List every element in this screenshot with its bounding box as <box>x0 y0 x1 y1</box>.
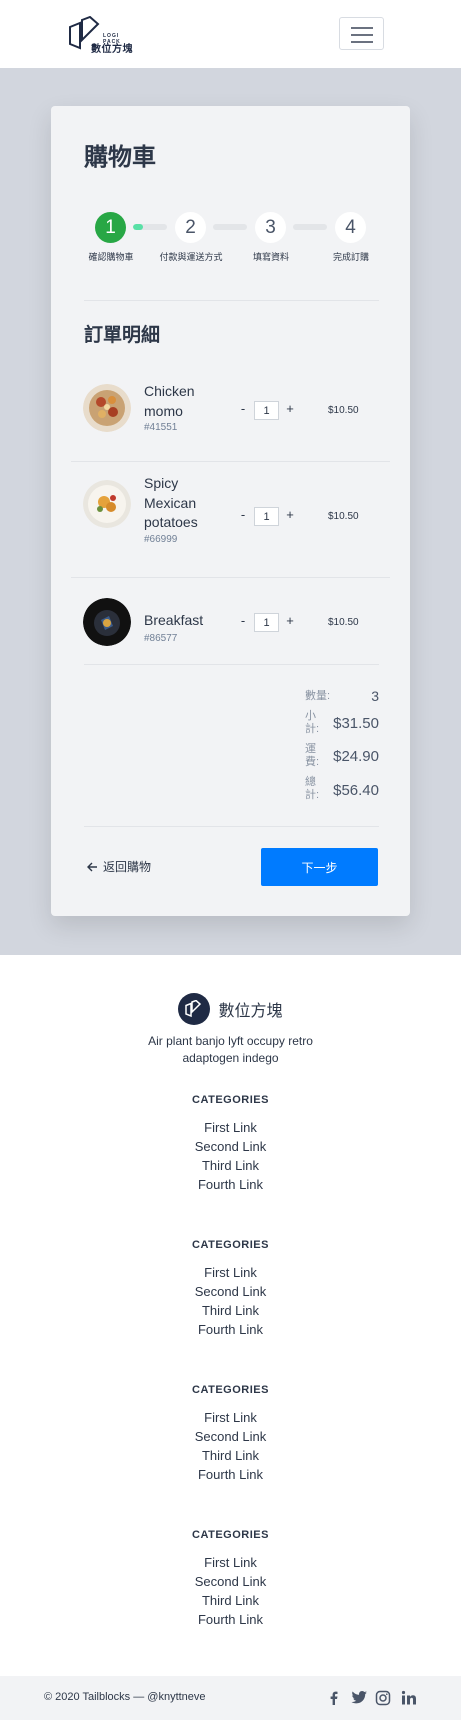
cart-section: 購物車 1 2 3 4 確認購物車 付款與運送方式 填寫資料 完成訂購 訂單明細 <box>0 68 461 955</box>
footer-link[interactable]: Fourth Link <box>198 1322 263 1337</box>
food-photo-breakfast <box>83 598 131 646</box>
arrow-left-icon <box>87 862 97 871</box>
logo-text: 數位方塊 <box>91 44 133 55</box>
subtotal-label: 小計: <box>305 710 320 735</box>
quantity-decrease-button[interactable]: - <box>237 401 249 416</box>
category-title: CATEGORIES <box>192 1529 269 1541</box>
category-title: CATEGORIES <box>192 1384 269 1396</box>
hamburger-menu-icon <box>351 27 373 29</box>
divider <box>84 664 379 665</box>
back-to-shop-link[interactable]: 返回購物 <box>86 858 151 875</box>
category-title: CATEGORIES <box>192 1239 269 1251</box>
quantity-increase-button[interactable]: + <box>284 401 296 416</box>
facebook-icon[interactable] <box>326 1690 342 1706</box>
footer-link[interactable]: Second Link <box>195 1429 267 1444</box>
footer-logo-icon <box>178 993 211 1025</box>
step-3-circle: 3 <box>255 212 286 243</box>
step-progress-fill <box>133 224 144 230</box>
footer-link[interactable]: First Link <box>204 1265 257 1280</box>
item-sku: #66999 <box>144 534 178 545</box>
item-name: Chicken momo <box>144 383 195 419</box>
shipping-value: $24.90 <box>333 748 379 765</box>
item-price: $10.50 <box>328 617 359 628</box>
quantity-decrease-button[interactable]: - <box>237 613 249 628</box>
linkedin-icon[interactable] <box>401 1690 417 1706</box>
quantity-decrease-button[interactable]: - <box>237 507 249 522</box>
step-2-label: 付款與運送方式 <box>159 252 223 262</box>
item-price: $10.50 <box>328 511 359 522</box>
quantity-label: 數量: <box>305 690 331 702</box>
footer-category: CATEGORIES First Link Second Link Third … <box>0 1384 461 1484</box>
quantity-input[interactable] <box>254 613 279 632</box>
twitter-icon[interactable] <box>350 1690 368 1706</box>
item-sku: #86577 <box>144 633 178 644</box>
footer-category: CATEGORIES First Link Second Link Third … <box>0 1094 461 1194</box>
footer-category: CATEGORIES First Link Second Link Third … <box>0 1239 461 1339</box>
quantity-input[interactable] <box>254 507 279 526</box>
step-4-circle: 4 <box>335 212 366 243</box>
step-1-circle: 1 <box>95 212 126 243</box>
food-photo-mexican-potatoes <box>83 480 131 528</box>
divider <box>71 461 390 462</box>
footer-brand[interactable]: 數位方塊 <box>0 993 461 1025</box>
back-link-label: 返回購物 <box>103 860 152 874</box>
footer-link[interactable]: Third Link <box>202 1303 259 1318</box>
quantity-increase-button[interactable]: + <box>284 613 296 628</box>
item-name: Spicy Mexican potatoes <box>144 475 198 530</box>
step-1-label: 確認購物車 <box>88 252 134 262</box>
item-price: $10.50 <box>328 405 359 416</box>
item-sku: #41551 <box>144 422 178 433</box>
quantity-total: 3 <box>371 688 379 704</box>
instagram-icon[interactable] <box>375 1690 391 1706</box>
divider <box>84 300 379 301</box>
hamburger-menu-button[interactable] <box>339 17 384 50</box>
footer-link[interactable]: Third Link <box>202 1158 259 1173</box>
copyright-text: © 2020 Tailblocks — @knyttneve <box>44 1691 206 1703</box>
step-connector-3 <box>293 224 327 230</box>
footer-link[interactable]: First Link <box>204 1555 257 1570</box>
step-connector-2 <box>213 224 247 230</box>
site-header: LOGI PACK 數位方塊 <box>0 0 461 68</box>
food-photo-chicken-momo <box>83 384 131 432</box>
footer-link[interactable]: Third Link <box>202 1593 259 1608</box>
divider <box>71 577 390 578</box>
page-title: 購物車 <box>84 144 156 171</box>
footer-link[interactable]: Fourth Link <box>198 1612 263 1627</box>
footer-category: CATEGORIES First Link Second Link Third … <box>0 1529 461 1629</box>
subtotal-value: $31.50 <box>333 715 379 732</box>
cart-card: 購物車 1 2 3 4 確認購物車 付款與運送方式 填寫資料 完成訂購 訂單明細 <box>51 106 410 916</box>
order-details-title: 訂單明細 <box>84 325 161 346</box>
brand-logo[interactable]: LOGI PACK 數位方塊 <box>68 16 138 56</box>
divider <box>84 826 379 827</box>
shipping-label: 運費: <box>305 743 320 768</box>
total-label: 總計: <box>305 776 320 801</box>
footer-link[interactable]: Second Link <box>195 1139 267 1154</box>
footer-link[interactable]: First Link <box>204 1120 257 1135</box>
item-name: Breakfast <box>144 612 204 628</box>
footer-link[interactable]: Fourth Link <box>198 1467 263 1482</box>
footer-brand-name: 數位方塊 <box>218 1003 283 1020</box>
footer-link[interactable]: Third Link <box>202 1448 259 1463</box>
step-2-circle: 2 <box>175 212 206 243</box>
total-value: $56.40 <box>333 782 379 799</box>
footer-bottom-bar: © 2020 Tailblocks — @knyttneve <box>0 1676 461 1720</box>
step-progress-bar <box>133 224 167 230</box>
category-title: CATEGORIES <box>192 1094 269 1106</box>
footer-link[interactable]: Second Link <box>195 1574 267 1589</box>
footer-link[interactable]: Fourth Link <box>198 1177 263 1192</box>
footer-description: Air plant banjo lyft occupy retro adapto… <box>148 1034 313 1065</box>
step-4-label: 完成訂購 <box>332 252 370 262</box>
quantity-input[interactable] <box>254 401 279 420</box>
step-3-label: 填寫資料 <box>252 252 290 262</box>
quantity-increase-button[interactable]: + <box>284 507 296 522</box>
next-step-button[interactable]: 下一步 <box>261 848 378 886</box>
footer-link[interactable]: Second Link <box>195 1284 267 1299</box>
site-footer: 數位方塊 Air plant banjo lyft occupy retro a… <box>0 955 461 1720</box>
footer-link[interactable]: First Link <box>204 1410 257 1425</box>
